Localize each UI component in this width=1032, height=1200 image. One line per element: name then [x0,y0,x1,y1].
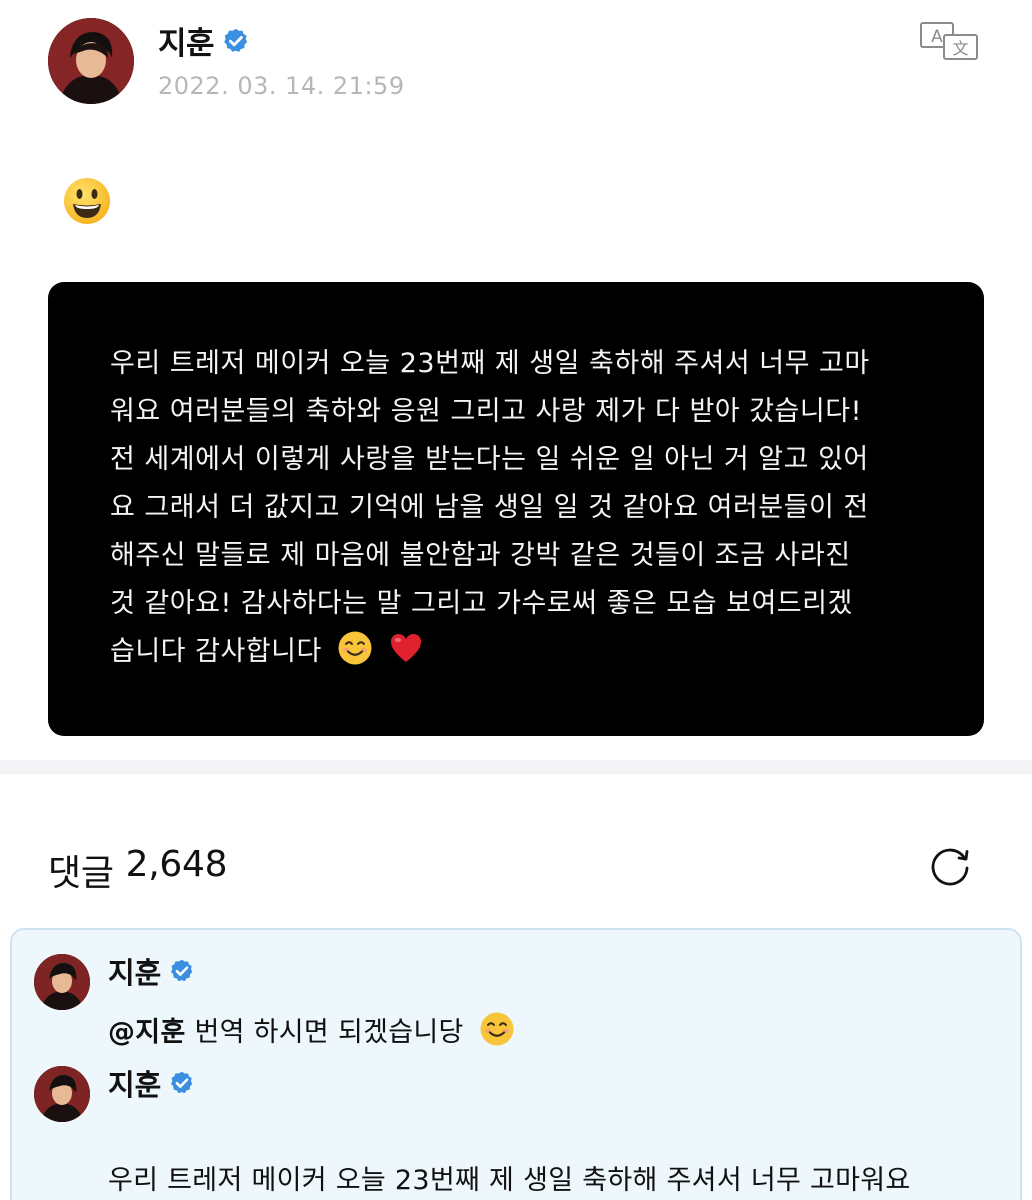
comment-author-name[interactable]: 지훈 [108,1062,161,1104]
comment-thread: 지훈 @지훈 번역 하시면 되겠습니당 지훈 우리 트레저 메이커 오늘 23번… [10,928,1022,1200]
verified-badge-icon [169,1070,195,1096]
comment-author: 지훈 [108,950,195,992]
comment-author-name[interactable]: 지훈 [108,950,161,992]
post-page: 지훈 2022. 03. 14. 21:59 A 文 우리 트레저 메이커 오늘… [0,0,1032,1200]
translate-icon[interactable]: A 文 [918,20,980,62]
story-line: 것 같아요! 감사하다는 말 그리고 가수로써 좋은 모습 보여드리겠 [110,588,853,619]
smiling-face-icon [337,630,373,666]
story-image[interactable]: 우리 트레저 메이커 오늘 23번째 제 생일 축하해 주셔서 너무 고마 워요… [48,282,984,736]
comments-label: 댓글 [48,853,114,894]
story-line: 요 그래서 더 값지고 기억에 남을 생일 일 것 같아요 여러분들이 전 [110,492,869,523]
story-line: 해주신 말들로 제 마음에 불안함과 강박 같은 것들이 조금 사라진 [110,540,851,571]
story-line-text: 습니다 감사합니다 [110,636,322,667]
comment-text: @지훈 번역 하시면 되겠습니당 [108,1010,515,1049]
refresh-icon[interactable] [926,842,974,890]
comments-count: 2,648 [125,844,228,885]
story-line: 워요 여러분들의 축하와 응원 그리고 사랑 제가 다 받아 갔습니다! [110,396,862,427]
comment-avatar[interactable] [34,1066,90,1122]
post-date: 2022. 03. 14. 21:59 [158,72,405,100]
story-line-last: 습니다 감사합니다 [110,628,920,676]
smiling-face-icon [479,1011,515,1047]
section-divider [0,760,1032,774]
comment-text: 우리 트레저 메이커 오늘 23번째 제 생일 축하해 주셔서 너무 고마워요 [108,1165,911,1196]
comment-avatar[interactable] [34,954,90,1010]
story-text: 우리 트레저 메이커 오늘 23번째 제 생일 축하해 주셔서 너무 고마 워요… [110,340,920,676]
author-name[interactable]: 지훈 [158,18,215,63]
svg-text:文: 文 [952,39,968,58]
verified-badge-icon [169,958,195,984]
mention-link[interactable]: @지훈 [108,1017,186,1048]
comment-author: 지훈 [108,1062,195,1104]
verified-badge-icon [222,27,250,55]
red-heart-icon [388,630,424,666]
comment-body: 번역 하시면 되겠습니당 [185,1017,464,1048]
post-author: 지훈 [158,18,250,63]
grinning-face-icon [62,176,112,226]
story-line: 전 세계에서 이렇게 사랑을 받는다는 일 쉬운 일 아닌 거 알고 있어 [110,444,869,475]
story-line: 우리 트레저 메이커 오늘 23번째 제 생일 축하해 주셔서 너무 고마 [110,348,870,379]
comments-header: 댓글 2,648 [48,844,228,896]
svg-text:A: A [931,27,943,47]
author-avatar[interactable] [48,18,134,104]
